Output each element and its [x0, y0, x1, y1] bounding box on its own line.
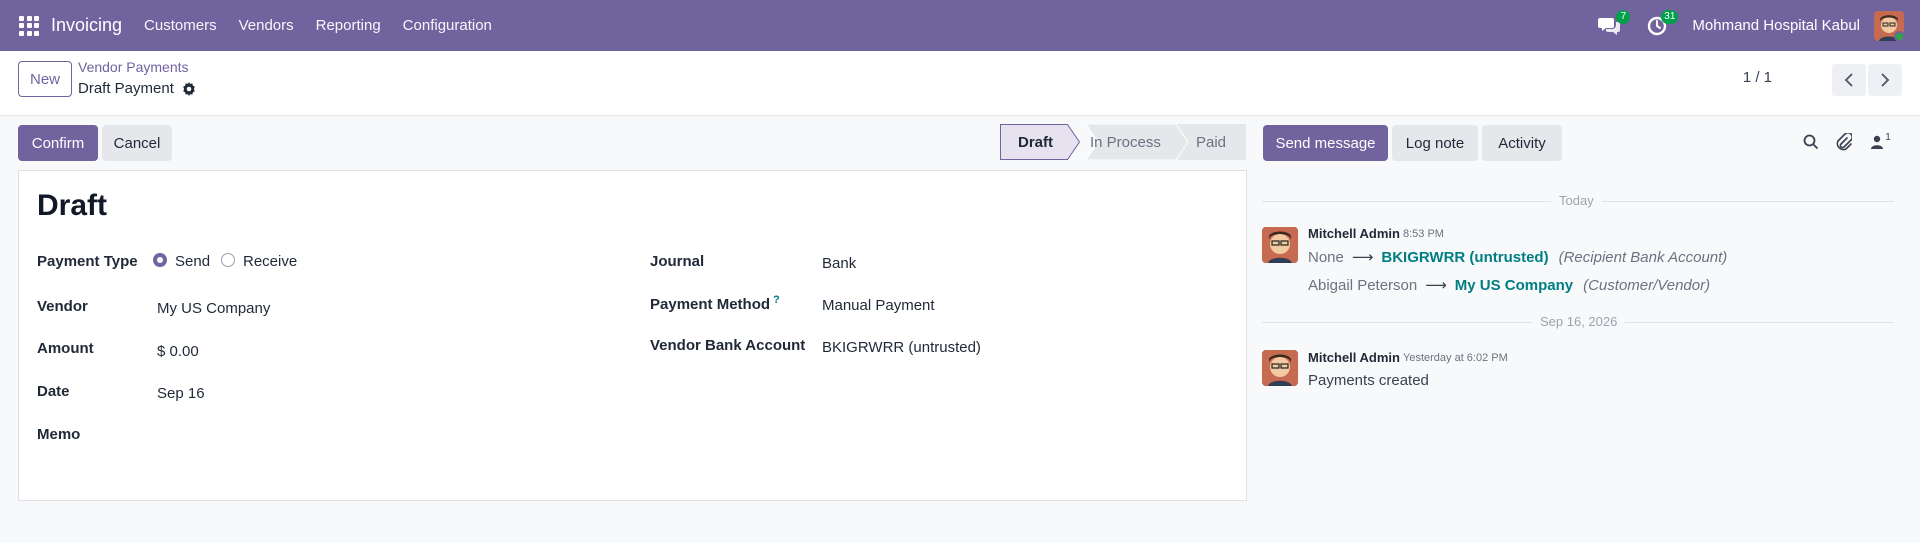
- user-avatar[interactable]: [1874, 10, 1904, 41]
- pager-value[interactable]: 1 / 1: [1743, 69, 1772, 86]
- date-separator-today: Today: [1551, 193, 1602, 208]
- paperclip-icon: [1836, 133, 1852, 151]
- date-separator-date: Sep 16, 2026: [1532, 314, 1626, 329]
- vendor-field[interactable]: My US Company: [157, 300, 270, 317]
- attachments-button[interactable]: [1832, 130, 1856, 154]
- stage-draft[interactable]: Draft: [1018, 124, 1053, 160]
- arrow-right-icon: ⟶: [1425, 277, 1447, 294]
- followers-button[interactable]: 1: [1866, 130, 1896, 154]
- tracking-field-name: (Recipient Bank Account): [1558, 248, 1728, 266]
- menu-customers[interactable]: Customers: [144, 17, 217, 34]
- breadcrumb-current-label: Draft Payment: [78, 80, 174, 97]
- memo-label: Memo: [37, 426, 81, 443]
- amount-field[interactable]: $ 0.00: [157, 343, 199, 360]
- author-avatar-icon: [1262, 227, 1298, 263]
- payment-type-send-label[interactable]: Send: [175, 253, 210, 270]
- payment-type-send-radio[interactable]: [153, 253, 167, 267]
- new-button[interactable]: New: [18, 61, 72, 97]
- online-status-dot: [1894, 30, 1904, 41]
- memo-field[interactable]: [157, 426, 597, 446]
- chevron-left-icon: [1844, 73, 1853, 87]
- message-body: Payments created: [1308, 372, 1429, 389]
- gear-icon[interactable]: [182, 81, 196, 96]
- menu-vendors[interactable]: Vendors: [239, 17, 294, 34]
- menu-reporting[interactable]: Reporting: [316, 17, 381, 34]
- vendor-label: Vendor: [37, 298, 88, 315]
- search-messages-button[interactable]: [1799, 130, 1823, 154]
- company-switcher[interactable]: Mohmand Hospital Kabul: [1692, 17, 1860, 34]
- activity-button[interactable]: Activity: [1482, 125, 1562, 161]
- breadcrumb-parent[interactable]: Vendor Payments: [78, 59, 189, 75]
- stage-in-process[interactable]: In Process: [1090, 124, 1161, 160]
- payment-type-receive-radio[interactable]: [221, 253, 235, 267]
- payment-method-label-text: Payment Method: [650, 296, 771, 313]
- stage-paid[interactable]: Paid: [1196, 124, 1226, 160]
- menu-configuration[interactable]: Configuration: [403, 17, 492, 34]
- record-title: Draft: [37, 189, 108, 222]
- arrow-right-icon: ⟶: [1351, 249, 1374, 266]
- messages-badge: 7: [1616, 9, 1631, 24]
- log-note-button[interactable]: Log note: [1392, 125, 1478, 161]
- payment-method-field[interactable]: Manual Payment: [822, 297, 935, 314]
- control-panel: New Vendor Payments Draft Payment 1 / 1: [0, 51, 1920, 116]
- send-message-button[interactable]: Send message: [1263, 125, 1388, 161]
- message-author[interactable]: Mitchell Admin: [1308, 226, 1400, 241]
- tracking-line: Abigail Peterson ⟶ My US Company (Custom…: [1308, 276, 1711, 295]
- amount-label: Amount: [37, 340, 94, 357]
- tracking-new-value[interactable]: My US Company: [1455, 277, 1573, 294]
- journal-label: Journal: [650, 253, 705, 270]
- vendor-bank-account-label: Vendor Bank Account: [650, 337, 806, 354]
- payment-type-receive-label[interactable]: Receive: [243, 253, 297, 270]
- tracking-old-value: None: [1308, 248, 1344, 266]
- search-icon: [1803, 134, 1819, 150]
- vendor-bank-account-field[interactable]: BKIGRWRR (untrusted): [822, 339, 981, 356]
- app-name[interactable]: Invoicing: [51, 15, 122, 36]
- activities-badge: 31: [1661, 9, 1679, 24]
- date-field[interactable]: Sep 16: [157, 385, 205, 402]
- tracking-new-value[interactable]: BKIGRWRR (untrusted): [1381, 249, 1548, 266]
- journal-field[interactable]: Bank: [822, 255, 856, 272]
- messaging-button[interactable]: 7: [1596, 9, 1631, 39]
- message-author-avatar[interactable]: [1262, 227, 1298, 263]
- payment-method-label: Payment Method?: [650, 294, 780, 313]
- tracking-line: None ⟶ BKIGRWRR (untrusted) (Recipient B…: [1308, 248, 1728, 267]
- pager-next-button[interactable]: [1868, 64, 1902, 96]
- pager-previous-button[interactable]: [1832, 64, 1866, 96]
- top-navbar: Invoicing Customers Vendors Reporting Co…: [0, 0, 1920, 51]
- breadcrumb-current: Draft Payment: [78, 80, 196, 97]
- activities-button[interactable]: 31: [1644, 9, 1679, 39]
- payment-type-label: Payment Type: [37, 253, 138, 270]
- navbar-systray: 7 31 Mohmand Hospital Kabul: [1596, 0, 1904, 51]
- message-author[interactable]: Mitchell Admin: [1308, 350, 1400, 365]
- form-sheet: Draft Payment Type Send Receive Vendor M…: [18, 170, 1247, 501]
- payment-method-help-icon[interactable]: ?: [773, 294, 780, 306]
- message-author-avatar[interactable]: [1262, 350, 1298, 386]
- author-avatar-icon: [1262, 350, 1298, 386]
- message-time: Yesterday at 6:02 PM: [1403, 352, 1508, 364]
- cancel-button[interactable]: Cancel: [102, 125, 172, 161]
- tracking-old-value: Abigail Peterson: [1308, 276, 1418, 294]
- user-icon: [1871, 135, 1884, 149]
- confirm-button[interactable]: Confirm: [18, 125, 98, 161]
- chevron-right-icon: [1881, 73, 1890, 87]
- followers-count: 1: [1885, 131, 1891, 143]
- apps-menu-icon[interactable]: [19, 15, 39, 36]
- date-label: Date: [37, 383, 70, 400]
- tracking-field-name: (Customer/Vendor): [1583, 276, 1711, 294]
- message-time: 8:53 PM: [1403, 228, 1444, 240]
